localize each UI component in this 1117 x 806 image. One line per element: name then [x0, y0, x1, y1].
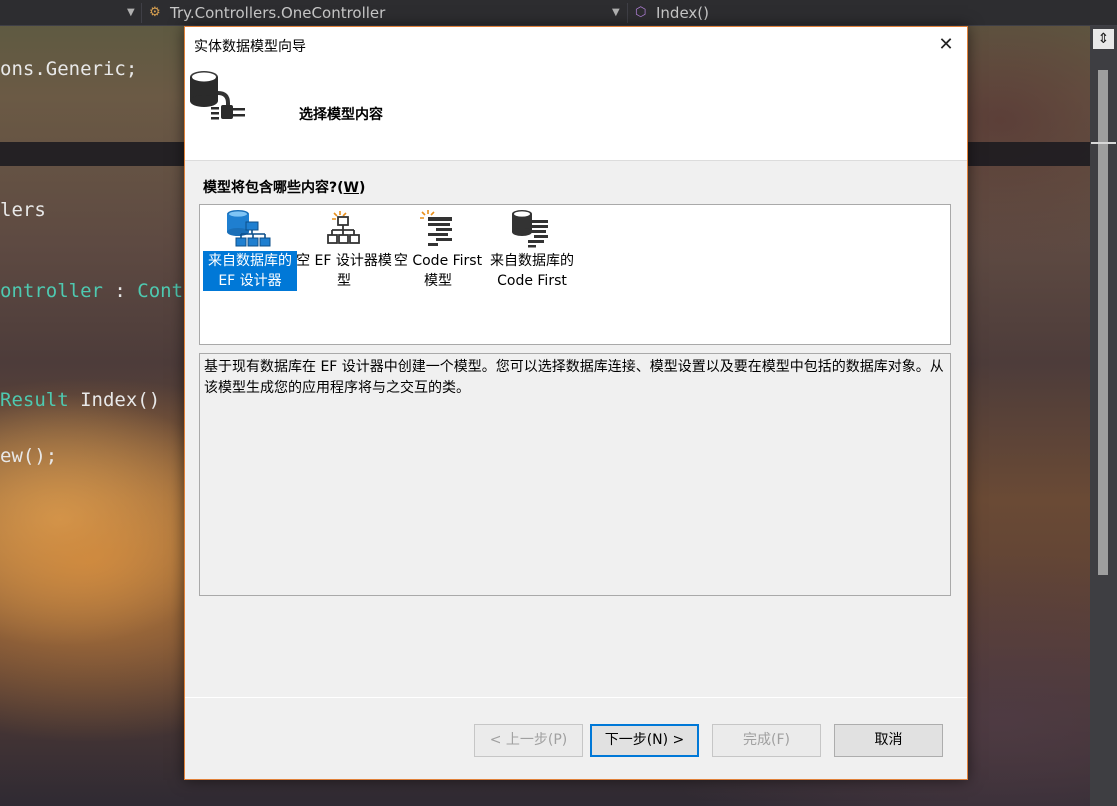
close-icon[interactable]: ✕ — [935, 34, 957, 56]
finish-button[interactable]: 完成(F) — [712, 724, 821, 757]
choice-label: 空 Code First 模型 — [393, 253, 483, 289]
database-designer-icon — [227, 210, 271, 247]
next-button[interactable]: 下一步(N) > — [590, 724, 699, 757]
code-line: ons.Generic; — [0, 58, 138, 80]
wizard-header: 实体数据模型向导 ✕ 选择模型内容 — [185, 27, 967, 161]
database-code-first-icon — [512, 210, 548, 248]
model-contents-label: 模型将包含哪些内容?(W) — [203, 180, 366, 196]
class-icon: ⚙ — [149, 5, 161, 20]
choice-label: 空 EF 设计器模型 — [296, 253, 392, 289]
choice-description: 基于现有数据库在 EF 设计器中创建一个模型。您可以选择数据库连接、模型设置以及… — [199, 353, 951, 596]
choice-ef-designer-from-database[interactable]: 来自数据库的 EF 设计器 — [200, 206, 297, 296]
wizard-step-title: 选择模型内容 — [299, 107, 383, 123]
choice-empty-code-first-model[interactable]: 空 Code First 模型 — [390, 206, 486, 296]
code-line: ontroller : Contr — [0, 280, 195, 302]
chevron-down-icon[interactable]: ▼ — [127, 0, 135, 26]
cancel-button[interactable]: 取消 — [834, 724, 943, 757]
footer-divider — [185, 697, 967, 698]
method-combo[interactable]: Index() — [656, 0, 709, 26]
choice-empty-ef-designer-model[interactable]: 空 EF 设计器模型 — [296, 206, 392, 296]
empty-designer-icon — [327, 211, 360, 244]
code-line: ew(); — [0, 445, 58, 467]
code-line: Result Index() — [0, 389, 161, 411]
choice-code-first-from-database[interactable]: 来自数据库的 Code First — [484, 206, 580, 296]
controller-combo[interactable]: Try.Controllers.OneController — [170, 0, 385, 26]
split-view-icon[interactable]: ⇕ — [1093, 29, 1114, 49]
method-icon: ⬡ — [635, 5, 647, 20]
dialog-title: 实体数据模型向导 — [194, 39, 306, 55]
chevron-down-icon[interactable]: ▼ — [612, 0, 620, 26]
entity-data-model-wizard: 实体数据模型向导 ✕ 选择模型内容 模型将包含哪些内容?(W) 来自数据库的 E… — [184, 26, 968, 780]
database-connector-icon — [190, 71, 245, 120]
empty-code-first-icon — [420, 210, 452, 246]
choice-label: 来自数据库的 Code First — [490, 253, 574, 289]
ide-navigation-bar: ▼ ⚙ Try.Controllers.OneController ▼ ⬡ In… — [0, 0, 1117, 26]
editor-scrollbar[interactable]: ⇕ — [1090, 26, 1117, 806]
choice-label: 来自数据库的 EF 设计器 — [203, 251, 297, 291]
scrollbar-thumb[interactable] — [1098, 70, 1108, 575]
model-contents-list[interactable]: 来自数据库的 EF 设计器 空 EF 设计器模型 空 Code First 模型… — [199, 204, 951, 345]
previous-button[interactable]: < 上一步(P) — [474, 724, 583, 757]
code-line: lers — [0, 199, 46, 221]
scroll-marker — [1091, 142, 1116, 144]
